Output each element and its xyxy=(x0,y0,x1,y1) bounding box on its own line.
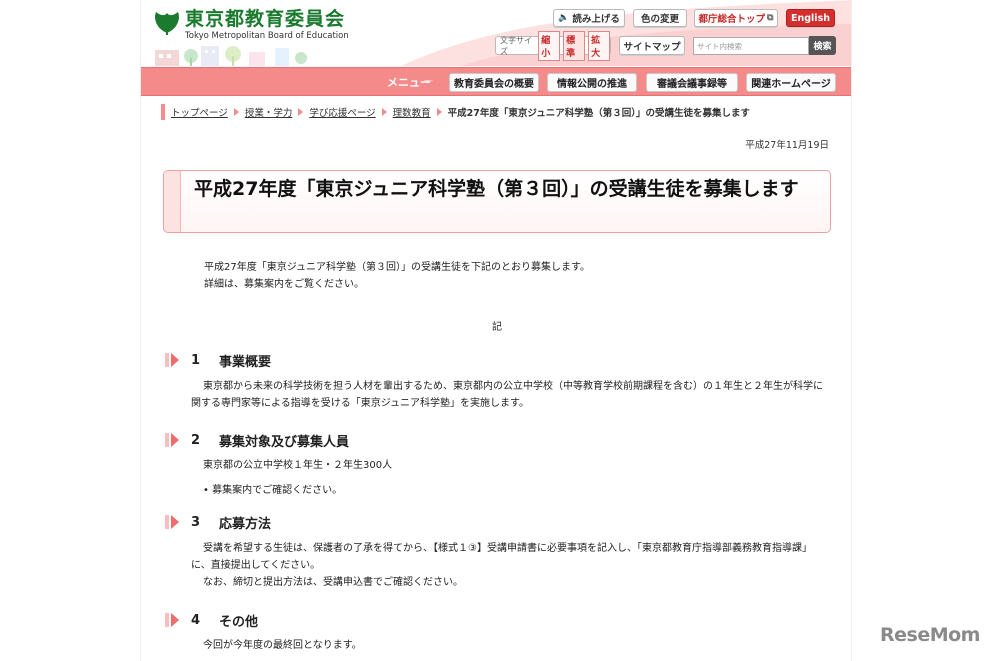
font-standard-button[interactable]: 標準 xyxy=(563,30,586,61)
menu-item-council-minutes[interactable]: 審議会議事録等 xyxy=(646,73,738,92)
site-logo[interactable]: 東京都教育委員会 Tokyo Metropolitan Board of Edu… xyxy=(153,8,349,41)
ki-marker: 記 xyxy=(492,322,502,333)
breadcrumb-top[interactable]: トップページ xyxy=(171,105,228,119)
font-size-label: 文字サイズ xyxy=(500,35,532,56)
color-change-button[interactable]: 色の変更 xyxy=(633,9,687,27)
english-button[interactable]: English xyxy=(786,9,835,27)
section-marker-icon xyxy=(163,431,181,449)
section-marker-icon xyxy=(163,351,181,369)
org-name-ja: 東京都教育委員会 xyxy=(185,8,346,30)
breadcrumb-arrow-icon xyxy=(233,108,239,116)
section-body-2: 東京都の公立中学校１年生・２年生300人 xyxy=(203,460,393,471)
read-aloud-button[interactable]: 🔈 読み上げる xyxy=(553,9,625,27)
breadcrumb-science-math[interactable]: 理数教育 xyxy=(393,105,431,119)
section-body-1: 東京都から未来の科学技術を担う人材を輩出するため、東京都内の公立中学校（中等教育… xyxy=(191,381,823,409)
breadcrumb-arrow-icon xyxy=(436,108,442,116)
ginkgo-logo-icon xyxy=(155,12,179,35)
breadcrumb-current: 平成27年度「東京ジュニア科学塾（第３回）」の受講生徒を募集します xyxy=(447,108,750,119)
global-menu: メニュー — 教育委員会の概要 情報公開の推進 審議会議事録等 関連ホームページ xyxy=(141,67,851,96)
search-input[interactable]: サイト内検索 xyxy=(693,37,809,55)
gov-top-link[interactable]: 都庁総合トップ ⧉ xyxy=(694,9,778,27)
section-body-3-note: なお、締切と提出方法は、受講申込書でご確認ください。 xyxy=(203,577,463,588)
section-heading-3: 3 応募方法 xyxy=(163,512,271,532)
sitemap-button[interactable]: サイトマップ xyxy=(619,36,685,55)
section-heading-4: 4 その他 xyxy=(163,610,258,630)
bullet-dot-icon: • xyxy=(203,485,213,496)
speaker-icon: 🔈 xyxy=(558,13,570,23)
section-heading-2: 2 募集対象及び募集人員 xyxy=(163,430,349,450)
breadcrumb-classes[interactable]: 授業・学力 xyxy=(245,105,293,119)
breadcrumb-learning-support[interactable]: 学び応援ページ xyxy=(309,105,375,119)
site-header: 東京都教育委員会 Tokyo Metropolitan Board of Edu… xyxy=(141,0,851,66)
breadcrumb-arrow-icon xyxy=(298,108,304,116)
section-marker-icon xyxy=(163,513,181,531)
section-marker-icon xyxy=(163,611,181,629)
section-body-4: 今回が今年度の最終回となります。 xyxy=(203,640,362,651)
menu-item-info-disclosure[interactable]: 情報公開の推進 xyxy=(547,73,637,92)
page: 東京都教育委員会 Tokyo Metropolitan Board of Edu… xyxy=(140,0,852,661)
external-link-icon: ⧉ xyxy=(767,13,774,23)
resemom-watermark: ReseMom xyxy=(880,624,980,646)
intro-text: 平成27年度「東京ジュニア科学塾（第３回）」の受講生徒を下記のとおり募集します。… xyxy=(204,262,591,290)
section-body-3: 受講を希望する生徒は、保護者の了承を得てから、【様式１③】受講申請書に必要事項を… xyxy=(191,543,812,571)
town-illustration-icon xyxy=(155,46,307,66)
menu-item-related-sites[interactable]: 関連ホームページ xyxy=(746,73,836,92)
font-size-switcher: 文字サイズ 縮小 標準 拡大 xyxy=(495,30,611,61)
page-title: 平成27年度「東京ジュニア科学塾（第３回）」の受講生徒を募集します xyxy=(194,178,799,200)
section-heading-1: 1 事業概要 xyxy=(163,350,271,370)
font-large-button[interactable]: 拡大 xyxy=(588,30,610,61)
breadcrumb-arrow-icon xyxy=(381,108,387,116)
section-2-bullet: • 募集案内でご確認ください。 xyxy=(203,485,343,496)
menu-arrow-icon: — xyxy=(424,76,433,86)
page-title-box: 平成27年度「東京ジュニア科学塾（第３回）」の受講生徒を募集します xyxy=(163,170,831,233)
publish-date: 平成27年11月19日 xyxy=(745,140,829,151)
breadcrumb: トップページ 授業・学力 学び応援ページ 理数教育 平成27年度「東京ジュニア科… xyxy=(161,104,750,120)
menu-item-board-overview[interactable]: 教育委員会の概要 xyxy=(449,73,539,92)
font-small-button[interactable]: 縮小 xyxy=(538,30,561,61)
search-button[interactable]: 検索 xyxy=(809,36,836,55)
